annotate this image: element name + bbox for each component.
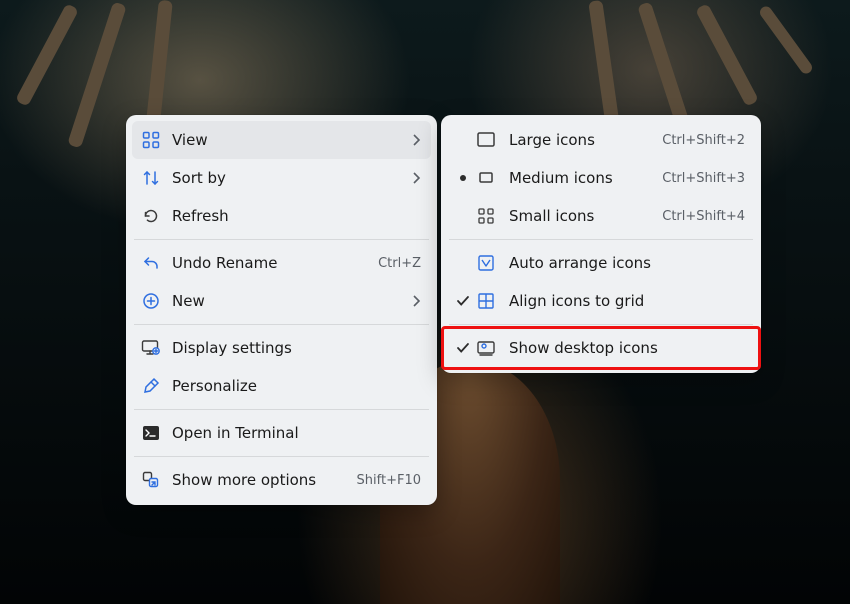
grid-icon xyxy=(140,129,162,151)
display-settings-icon xyxy=(140,337,162,359)
submenu-item-label: Align icons to grid xyxy=(509,292,745,310)
submenu-item-show-desktop-icons[interactable]: Show desktop icons xyxy=(447,329,755,367)
small-icons-icon xyxy=(475,205,497,227)
submenu-item-auto-arrange[interactable]: Auto arrange icons xyxy=(447,244,755,282)
submenu-item-label: Show desktop icons xyxy=(509,339,745,357)
menu-item-sort-by[interactable]: Sort by xyxy=(132,159,431,197)
more-options-icon xyxy=(140,469,162,491)
menu-item-open-terminal[interactable]: Open in Terminal xyxy=(132,414,431,452)
undo-icon xyxy=(140,252,162,274)
menu-item-label: Show more options xyxy=(172,471,347,489)
desktop-context-menu: View Sort by Refresh xyxy=(126,115,437,505)
sort-icon xyxy=(140,167,162,189)
submenu-item-shortcut: Ctrl+Shift+3 xyxy=(662,171,745,186)
wallpaper-decoration xyxy=(67,2,127,149)
submenu-item-shortcut: Ctrl+Shift+2 xyxy=(662,133,745,148)
submenu-item-label: Auto arrange icons xyxy=(509,254,745,272)
menu-item-shortcut: Ctrl+Z xyxy=(378,256,421,271)
check-indicator xyxy=(451,341,475,355)
submenu-item-label: Small icons xyxy=(509,207,652,225)
terminal-icon xyxy=(140,422,162,444)
large-icons-icon xyxy=(475,129,497,151)
menu-separator xyxy=(134,324,429,325)
menu-item-label: View xyxy=(172,131,401,149)
wallpaper-decoration xyxy=(695,3,759,107)
check-indicator xyxy=(451,294,475,308)
submenu-item-label: Medium icons xyxy=(509,169,652,187)
submenu-item-label: Large icons xyxy=(509,131,652,149)
menu-item-personalize[interactable]: Personalize xyxy=(132,367,431,405)
chevron-right-icon xyxy=(411,294,421,308)
refresh-icon xyxy=(140,205,162,227)
submenu-item-medium-icons[interactable]: Medium icons Ctrl+Shift+3 xyxy=(447,159,755,197)
menu-item-label: Sort by xyxy=(172,169,401,187)
menu-item-label: Display settings xyxy=(172,339,421,357)
wallpaper-decoration xyxy=(15,3,79,107)
submenu-item-align-to-grid[interactable]: Align icons to grid xyxy=(447,282,755,320)
auto-arrange-icon xyxy=(475,252,497,274)
medium-icons-icon xyxy=(475,167,497,189)
menu-item-label: Undo Rename xyxy=(172,254,368,272)
menu-item-label: New xyxy=(172,292,401,310)
radio-indicator xyxy=(451,174,475,182)
menu-item-view[interactable]: View xyxy=(132,121,431,159)
align-grid-icon xyxy=(475,290,497,312)
menu-separator xyxy=(134,456,429,457)
menu-item-display-settings[interactable]: Display settings xyxy=(132,329,431,367)
desktop-icons-icon xyxy=(475,337,497,359)
menu-item-label: Open in Terminal xyxy=(172,424,421,442)
chevron-right-icon xyxy=(411,171,421,185)
menu-separator xyxy=(134,239,429,240)
menu-item-label: Personalize xyxy=(172,377,421,395)
menu-item-undo-rename[interactable]: Undo Rename Ctrl+Z xyxy=(132,244,431,282)
wallpaper-decoration xyxy=(758,4,815,76)
menu-separator xyxy=(449,324,753,325)
menu-separator xyxy=(449,239,753,240)
menu-item-show-more-options[interactable]: Show more options Shift+F10 xyxy=(132,461,431,499)
plus-circle-icon xyxy=(140,290,162,312)
desktop-wallpaper: View Sort by Refresh xyxy=(0,0,850,604)
chevron-right-icon xyxy=(411,133,421,147)
submenu-item-small-icons[interactable]: Small icons Ctrl+Shift+4 xyxy=(447,197,755,235)
menu-item-new[interactable]: New xyxy=(132,282,431,320)
submenu-item-large-icons[interactable]: Large icons Ctrl+Shift+2 xyxy=(447,121,755,159)
paintbrush-icon xyxy=(140,375,162,397)
view-submenu: Large icons Ctrl+Shift+2 Medium icons Ct… xyxy=(441,115,761,373)
submenu-item-shortcut: Ctrl+Shift+4 xyxy=(662,209,745,224)
menu-item-refresh[interactable]: Refresh xyxy=(132,197,431,235)
menu-item-label: Refresh xyxy=(172,207,421,225)
menu-item-shortcut: Shift+F10 xyxy=(357,473,421,488)
menu-separator xyxy=(134,409,429,410)
